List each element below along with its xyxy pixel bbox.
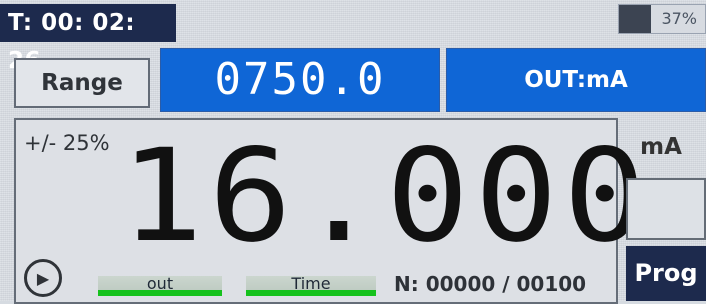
battery-indicator: 37% [618, 4, 706, 34]
battery-percent: 37% [661, 9, 697, 28]
main-reading-value: 16.000 [120, 122, 652, 271]
play-icon[interactable]: ▶ [24, 259, 62, 297]
range-value-display[interactable]: 0750.0 [160, 48, 440, 112]
empty-side-button[interactable] [626, 178, 706, 240]
prog-button[interactable]: Prog [626, 246, 706, 301]
time-status-tag: Time [246, 276, 376, 296]
tolerance-label: +/- 25% [24, 131, 110, 155]
battery-fill [619, 5, 651, 33]
calibrator-screen: T: 00: 02: 26 37% Range 0750.0 OUT:mA +/… [0, 0, 706, 304]
cycle-counter: N: 00000 / 00100 [394, 272, 587, 296]
range-button[interactable]: Range [14, 58, 150, 108]
output-mode-button[interactable]: OUT:mA [446, 48, 706, 112]
unit-label: mA [640, 134, 682, 160]
elapsed-timer: T: 00: 02: 26 [0, 4, 176, 74]
out-status-tag: out [98, 276, 222, 296]
